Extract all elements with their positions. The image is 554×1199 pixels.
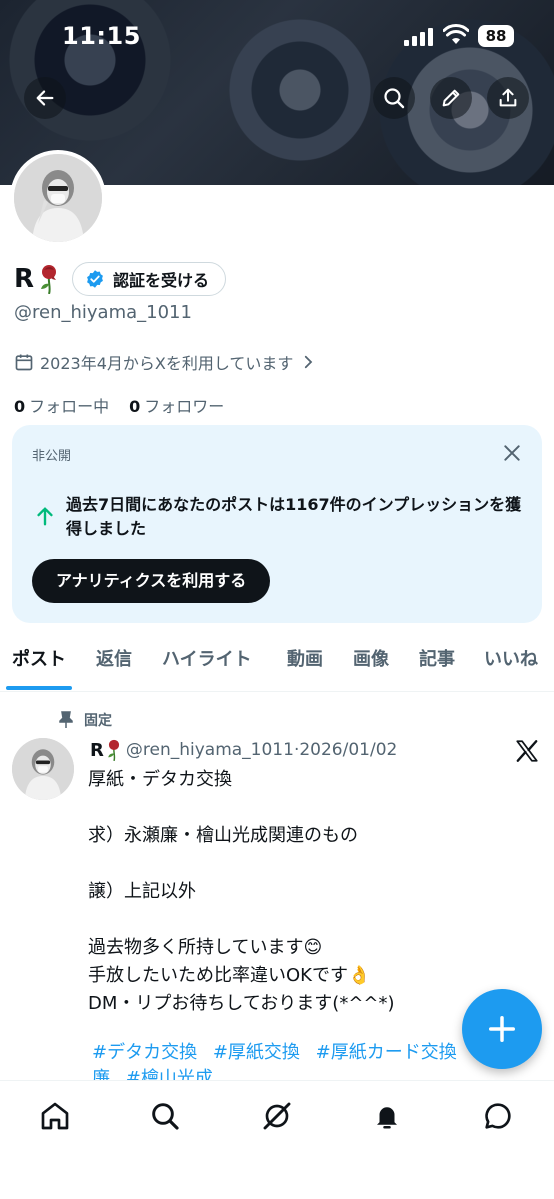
tab-posts[interactable]: ポスト: [6, 640, 72, 690]
profile-handle: @ren_hiyama_1011: [14, 302, 192, 323]
x-logo-icon[interactable]: [514, 738, 540, 764]
grok-icon: [263, 1102, 291, 1130]
following-label: フォロー中: [29, 397, 110, 416]
pinned-indicator: 固定: [58, 710, 112, 730]
profile-name: R: [14, 264, 35, 294]
close-icon[interactable]: [502, 443, 522, 463]
back-button[interactable]: [24, 77, 66, 119]
nav-messages[interactable]: [481, 1099, 515, 1133]
calendar-icon: [15, 354, 33, 371]
follow-stats: 0 フォロー中 0 フォロワー: [14, 393, 224, 417]
post-author-name[interactable]: R: [90, 740, 104, 761]
plus-icon: [489, 1016, 515, 1042]
get-verified-label: 認証を受ける: [113, 271, 210, 290]
joined-date-text: 2023年4月からXを利用しています: [40, 354, 294, 373]
arrow-up-icon: [37, 507, 53, 526]
profile-avatar[interactable]: [10, 150, 106, 246]
tab-highlights[interactable]: ハイライト: [162, 640, 252, 690]
wilted-rose-icon: [108, 739, 119, 761]
messages-icon: [485, 1103, 511, 1129]
tab-likes[interactable]: いいね: [484, 640, 538, 690]
post-avatar[interactable]: [12, 738, 74, 800]
pencil-icon: [442, 89, 460, 107]
edit-profile-button[interactable]: [430, 77, 472, 119]
battery-indicator: 88: [478, 25, 514, 47]
status-bar: 11:15 88: [0, 0, 554, 70]
wilted-rose-icon: [41, 265, 57, 294]
tab-articles[interactable]: 記事: [419, 640, 455, 690]
pin-icon: [59, 711, 73, 728]
cellular-signal-icon: [404, 28, 434, 46]
impressions-text: 過去7日間にあなたのポストは1167件のインプレッションを獲得しました: [66, 495, 522, 538]
pinned-label: 固定: [84, 713, 112, 729]
tab-images[interactable]: 画像: [353, 640, 389, 690]
get-verified-button[interactable]: 認証を受ける: [72, 262, 227, 296]
private-analytics-card: 非公開 過去7日間にあなたのポストは1167件のインプレッションを獲得しました …: [12, 425, 542, 623]
post-text: 厚紙・デタカ交換 求）永瀬廉・檜山光成関連のもの 譲）上記以外 過去物多く所持し…: [88, 769, 395, 1014]
post-handle-date: @ren_hiyama_1011·2026/01/02: [125, 740, 398, 760]
use-analytics-button[interactable]: アナリティクスを利用する: [32, 559, 271, 603]
following-link[interactable]: 0 フォロー中: [14, 393, 109, 417]
profile-name-row: R 認証を受ける: [14, 262, 227, 296]
chevron-right-icon: [305, 355, 313, 369]
share-icon: [499, 88, 517, 107]
notifications-icon: [377, 1107, 397, 1129]
tab-replies[interactable]: 返信: [96, 640, 132, 690]
hashtag-link[interactable]: #厚紙カード交換: [316, 1042, 457, 1063]
post-header: R @ren_hiyama_1011·2026/01/02: [90, 738, 397, 762]
nav-grok[interactable]: [260, 1099, 294, 1133]
verified-badge-icon: [87, 270, 103, 288]
tab-videos[interactable]: 動画: [287, 640, 323, 690]
home-icon: [41, 1102, 69, 1130]
avatar-image: [12, 738, 74, 800]
followers-link[interactable]: 0 フォロワー: [129, 393, 224, 417]
hashtag-link[interactable]: #厚紙交換: [213, 1042, 300, 1063]
status-time: 11:15: [62, 22, 141, 50]
search-button[interactable]: [373, 77, 415, 119]
share-button[interactable]: [487, 77, 529, 119]
bottom-navigation: [0, 1080, 554, 1199]
hashtag-link[interactable]: #檜山光成: [126, 1068, 213, 1080]
nav-search[interactable]: [148, 1099, 182, 1133]
arrow-left-icon: [36, 90, 54, 106]
followers-count: 0: [129, 397, 141, 416]
wifi-icon: [443, 24, 469, 44]
nav-notifications[interactable]: [370, 1099, 404, 1133]
joined-date-row[interactable]: 2023年4月からXを利用しています: [14, 350, 323, 374]
profile-tabs: ポスト 返信 ハイライト 動画 画像 記事 いいね: [0, 640, 554, 692]
nav-home[interactable]: [38, 1099, 72, 1133]
followers-label: フォロワー: [144, 397, 225, 416]
search-icon: [384, 88, 405, 109]
compose-post-button[interactable]: [462, 989, 542, 1069]
following-count: 0: [14, 397, 26, 416]
private-label: 非公開: [32, 449, 72, 464]
avatar-image: [14, 154, 102, 242]
hashtag-link[interactable]: #デタカ交換: [92, 1042, 197, 1063]
search-icon: [152, 1103, 179, 1130]
